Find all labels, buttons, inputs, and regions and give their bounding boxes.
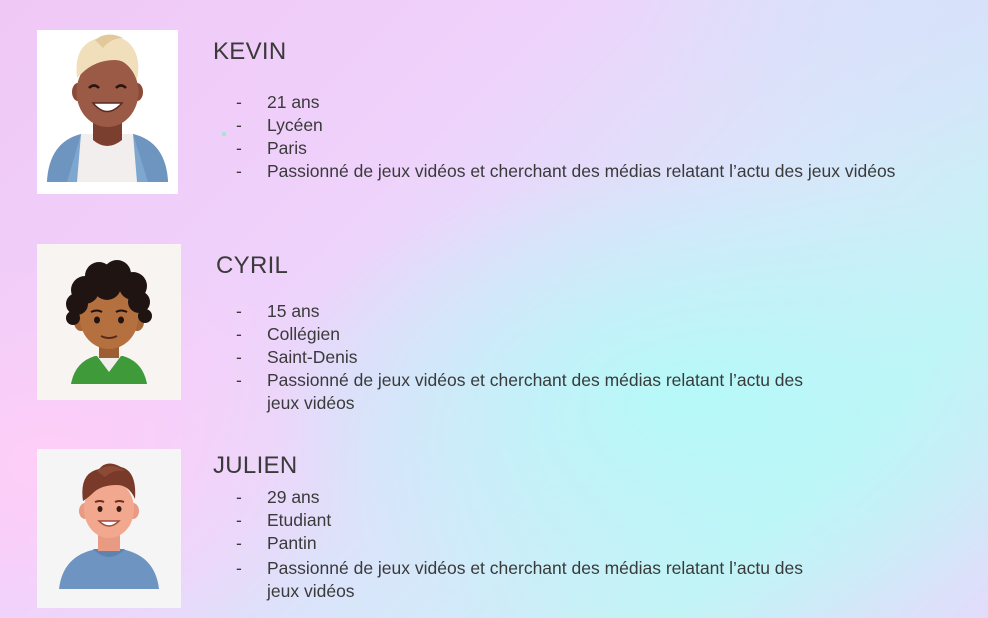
profile-details-julien: 29 ans Etudiant Pantin Passionné de jeux… (236, 486, 803, 603)
list-item: Passionné de jeux vidéos et cherchant de… (236, 160, 895, 183)
list-item: Lycéen (236, 114, 895, 137)
list-item: Saint-Denis (236, 346, 803, 369)
profile-details-kevin: 21 ans Lycéen Paris Passionné de jeux vi… (236, 91, 895, 183)
list-item-continuation: jeux vidéos (267, 581, 355, 601)
decorative-dot (222, 132, 226, 136)
list-item: Paris (236, 137, 895, 160)
profile-name-kevin: KEVIN (213, 38, 287, 65)
list-item: Passionné de jeux vidéos et cherchant de… (236, 557, 803, 580)
profile-name-cyril: CYRIL (216, 252, 289, 279)
avatar-julien (37, 449, 181, 608)
list-item: Collégien (236, 323, 803, 346)
avatar-kevin (37, 30, 178, 194)
list-item: Passionné de jeux vidéos et cherchant de… (236, 369, 803, 392)
profile-details-cyril: 15 ans Collégien Saint-Denis Passionné d… (236, 300, 803, 415)
list-item: Etudiant (236, 509, 803, 532)
list-item: 29 ans (236, 486, 803, 509)
avatar-cyril (37, 244, 181, 400)
profile-name-julien: JULIEN (213, 452, 298, 479)
list-item: 21 ans (236, 91, 895, 114)
list-item: Pantin (236, 532, 803, 555)
list-item: 15 ans (236, 300, 803, 323)
list-item-continuation: jeux vidéos (267, 393, 355, 413)
